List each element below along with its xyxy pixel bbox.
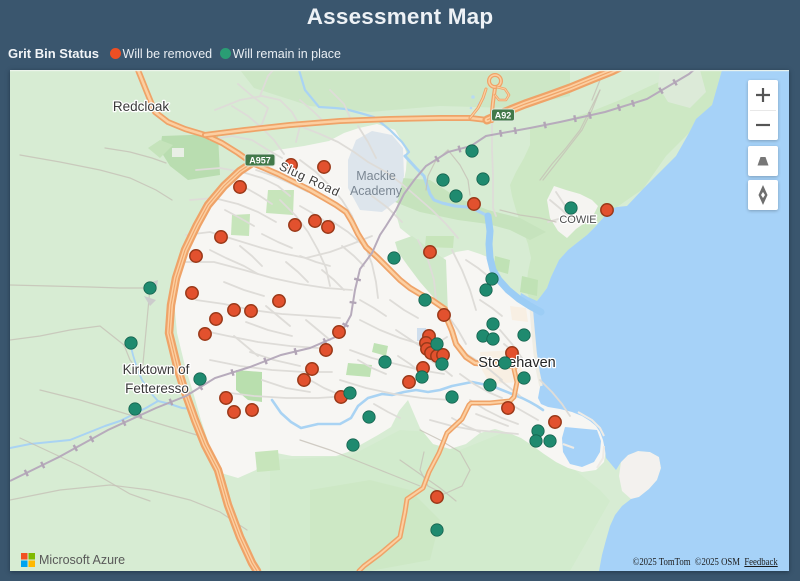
svg-text:Academy: Academy — [350, 184, 403, 198]
svg-text:COWIE: COWIE — [559, 214, 596, 226]
svg-text:Stonehaven: Stonehaven — [478, 355, 555, 371]
svg-text:Fetteresso: Fetteresso — [125, 381, 189, 396]
svg-text:A92: A92 — [495, 111, 512, 121]
svg-text:Mackie: Mackie — [356, 169, 396, 183]
svg-text:Kirktown of: Kirktown of — [123, 362, 190, 377]
svg-text:A957: A957 — [249, 156, 271, 166]
svg-text:Redcloak: Redcloak — [113, 99, 170, 114]
